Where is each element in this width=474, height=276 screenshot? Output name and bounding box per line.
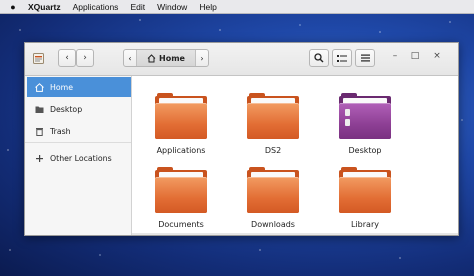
forward-arrow-icon: ›	[83, 53, 87, 63]
home-icon	[35, 82, 44, 92]
file-item-downloads[interactable]: Downloads	[233, 160, 313, 229]
apple-icon[interactable]: ●	[4, 2, 22, 12]
header-bar: ‹ › ‹ Home › – □ ×	[25, 43, 458, 76]
file-item-label: Desktop	[348, 146, 382, 155]
file-item-label: Library	[351, 220, 379, 229]
trash-icon	[36, 127, 43, 136]
mac-menu-bar: ● XQuartz Applications Edit Window Help	[0, 0, 474, 14]
sidebar-item-label: Trash	[50, 126, 71, 136]
home-icon	[147, 53, 156, 62]
menu-app-name[interactable]: XQuartz	[22, 2, 67, 12]
close-icon: ×	[433, 51, 441, 61]
hamburger-menu-icon	[360, 54, 370, 62]
menu-window[interactable]: Window	[151, 2, 193, 12]
list-view-icon	[337, 54, 347, 62]
maximize-button[interactable]: □	[409, 51, 421, 61]
maximize-icon: □	[410, 51, 420, 61]
folder-icon	[247, 93, 299, 139]
search-icon	[314, 53, 324, 63]
sidebar-item-home[interactable]: Home	[27, 77, 131, 97]
file-item-label: Documents	[158, 220, 204, 229]
path-home-button[interactable]: Home	[137, 50, 196, 66]
folder-icon	[35, 106, 44, 113]
sidebar-item-other-locations[interactable]: Other Locations	[27, 148, 131, 168]
desktop-folder-icon	[339, 93, 391, 139]
file-item-applications[interactable]: Applications	[141, 86, 221, 155]
back-button[interactable]: ‹	[58, 49, 76, 67]
folder-icon	[155, 167, 207, 213]
file-grid: Applications DS2 Desktop Documents Downl…	[132, 76, 458, 235]
menu-help[interactable]: Help	[193, 2, 222, 12]
file-item-label: Downloads	[251, 220, 295, 229]
plus-icon	[36, 154, 43, 162]
close-button[interactable]: ×	[431, 51, 443, 61]
menu-edit[interactable]: Edit	[124, 2, 151, 12]
forward-button[interactable]: ›	[76, 49, 94, 67]
menu-button[interactable]	[355, 49, 375, 67]
scrollbar[interactable]	[132, 233, 458, 235]
file-item-label: DS2	[264, 146, 282, 155]
sidebar-item-trash[interactable]: Trash	[27, 121, 131, 141]
sidebar-divider	[25, 142, 131, 143]
back-arrow-icon: ‹	[65, 53, 69, 63]
sidebar-item-desktop[interactable]: Desktop	[27, 99, 131, 119]
file-item-ds2[interactable]: DS2	[233, 86, 313, 155]
sidebar-item-label: Desktop	[50, 104, 83, 114]
sidebar-item-label: Other Locations	[50, 153, 112, 163]
minimize-button[interactable]: –	[389, 51, 401, 61]
file-item-library[interactable]: Library	[325, 160, 405, 229]
file-item-desktop[interactable]: Desktop	[325, 86, 405, 155]
view-mode-button[interactable]	[332, 49, 352, 67]
search-button[interactable]	[309, 49, 329, 67]
chevron-left-icon: ‹	[128, 53, 132, 63]
path-bar: ‹ Home ›	[123, 49, 209, 67]
chevron-right-icon: ›	[200, 53, 204, 63]
menu-applications[interactable]: Applications	[67, 2, 125, 12]
file-manager-window: ‹ › ‹ Home › – □ × Home Desktop Trash Ot…	[24, 42, 459, 236]
path-scroll-left-button[interactable]: ‹	[124, 50, 137, 66]
path-home-label: Home	[159, 53, 185, 63]
file-manager-app-icon	[33, 53, 44, 64]
file-item-label: Applications	[156, 146, 206, 155]
folder-icon	[247, 167, 299, 213]
file-item-documents[interactable]: Documents	[141, 160, 221, 229]
sidebar: Home Desktop Trash Other Locations	[25, 76, 132, 235]
sidebar-item-label: Home	[50, 82, 74, 92]
folder-icon	[155, 93, 207, 139]
folder-icon	[339, 167, 391, 213]
path-scroll-right-button[interactable]: ›	[196, 50, 208, 66]
minimize-icon: –	[392, 51, 398, 61]
